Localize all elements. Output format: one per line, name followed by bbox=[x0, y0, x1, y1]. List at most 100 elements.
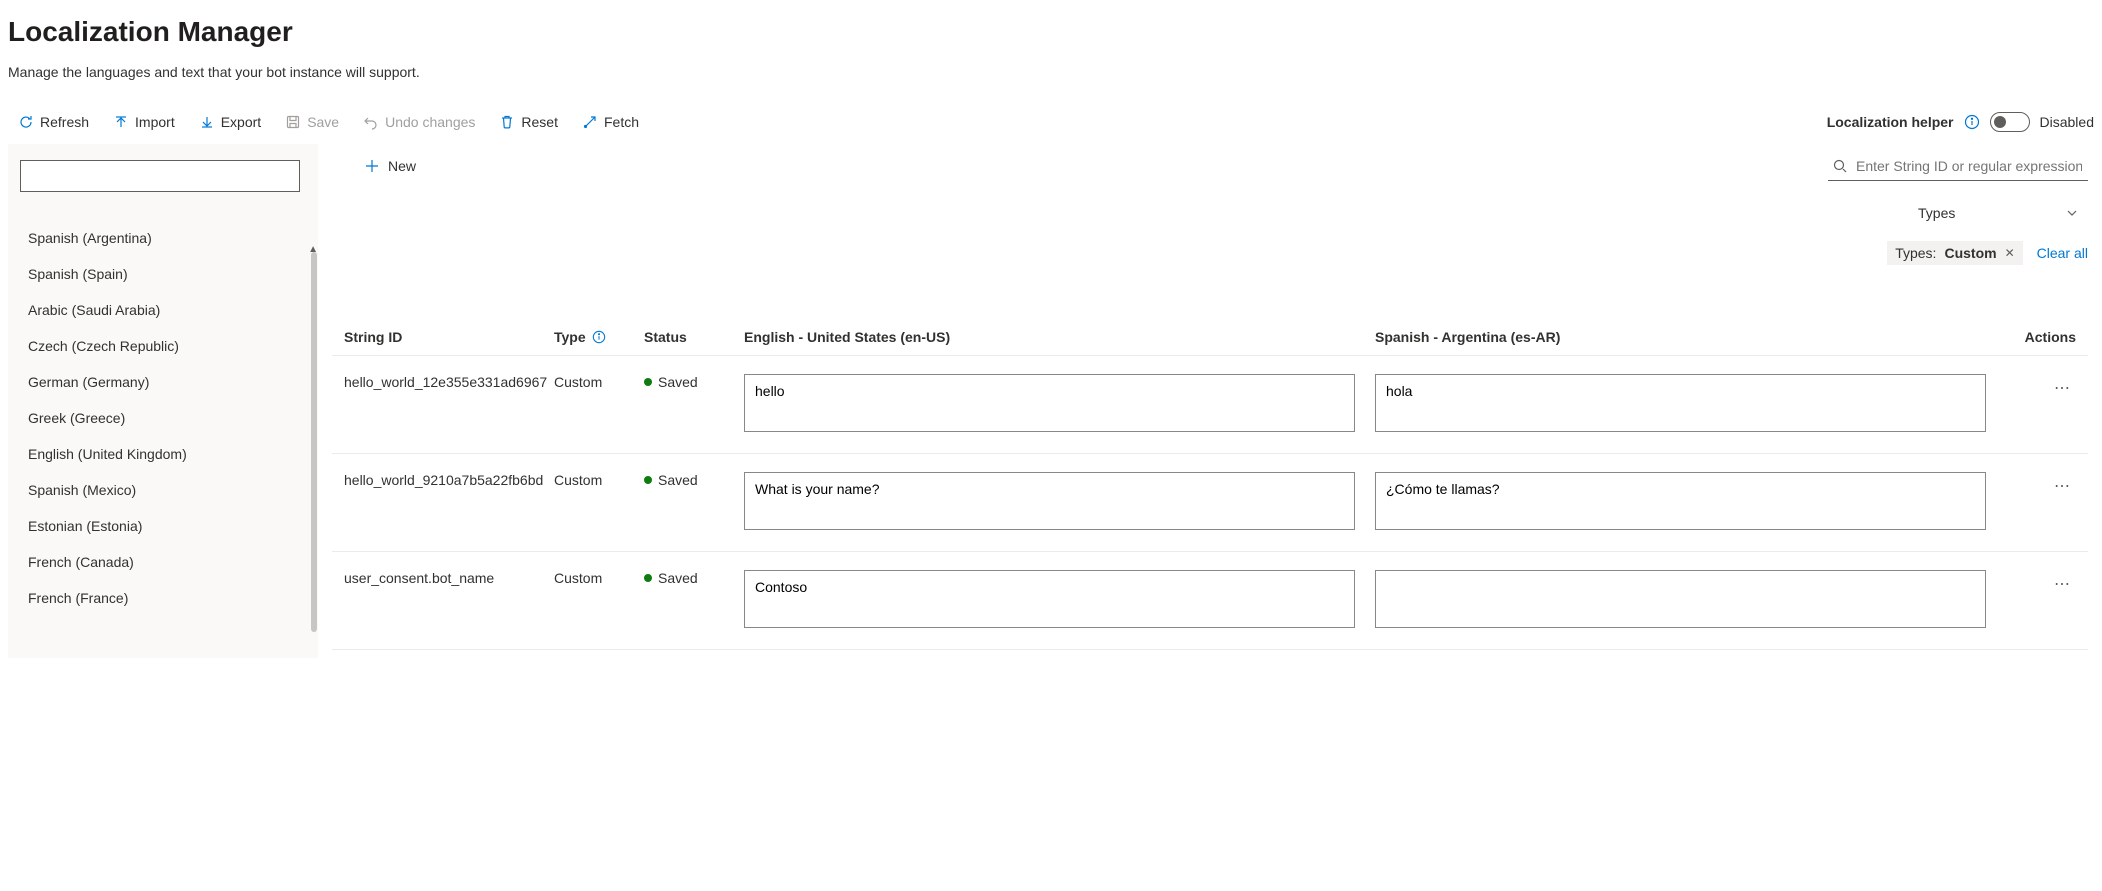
scrollbar[interactable] bbox=[310, 252, 318, 652]
table-body: hello_world_12e355e331ad6967 Custom Saved ⋯… bbox=[332, 356, 2088, 650]
chevron-down-icon bbox=[2066, 207, 2078, 219]
language-item[interactable]: English (United Kingdom) bbox=[20, 436, 306, 472]
content-area: ▲ Spanish (Argentina)Spanish (Spain)Arab… bbox=[8, 144, 2094, 658]
cell-actions: ⋯ bbox=[2006, 570, 2076, 598]
status-dot-icon bbox=[644, 378, 652, 386]
page-subtitle: Manage the languages and text that your … bbox=[8, 64, 2094, 80]
fetch-label: Fetch bbox=[604, 114, 639, 130]
cell-en bbox=[744, 570, 1375, 631]
language-item[interactable]: Estonian (Estonia) bbox=[20, 508, 306, 544]
chip-prefix: Types: bbox=[1895, 245, 1936, 261]
en-input[interactable] bbox=[744, 374, 1355, 432]
export-button[interactable]: Export bbox=[189, 108, 271, 136]
table-row: hello_world_9210a7b5a22fb6bdCustom Saved ⋯ bbox=[332, 454, 2088, 552]
export-label: Export bbox=[221, 114, 261, 130]
cell-type: Custom bbox=[554, 570, 644, 586]
table-row: user_consent.bot_nameCustom Saved ⋯ bbox=[332, 552, 2088, 650]
cell-type: Custom bbox=[554, 472, 644, 488]
command-bar-right: Localization helper Disabled bbox=[1827, 112, 2094, 132]
cell-es bbox=[1375, 374, 2006, 435]
toggle-knob bbox=[1994, 116, 2006, 128]
types-dropdown[interactable]: Types bbox=[1908, 199, 2088, 227]
cell-string-id: hello_world_12e355e331ad6967 bbox=[344, 374, 554, 390]
th-type: Type bbox=[554, 329, 644, 345]
fetch-icon bbox=[582, 114, 598, 130]
info-icon[interactable] bbox=[1964, 114, 1980, 130]
main-panel: New Types Types: Custom ✕ bbox=[326, 144, 2094, 658]
new-label: New bbox=[388, 158, 416, 174]
reset-label: Reset bbox=[521, 114, 558, 130]
en-input[interactable] bbox=[744, 570, 1355, 628]
language-item[interactable]: Greek (Greece) bbox=[20, 400, 306, 436]
refresh-label: Refresh bbox=[40, 114, 89, 130]
language-sidebar: ▲ Spanish (Argentina)Spanish (Spain)Arab… bbox=[8, 144, 318, 658]
es-input[interactable] bbox=[1375, 570, 1986, 628]
refresh-icon bbox=[18, 114, 34, 130]
cell-string-id: hello_world_9210a7b5a22fb6bd bbox=[344, 472, 554, 488]
chip-close-icon[interactable]: ✕ bbox=[2005, 246, 2015, 260]
table-header: String ID Type Status English - United S… bbox=[332, 319, 2088, 356]
filter-chips-row: Types: Custom ✕ Clear all bbox=[332, 241, 2088, 265]
undo-label: Undo changes bbox=[385, 114, 475, 130]
en-input[interactable] bbox=[744, 472, 1355, 530]
language-item[interactable]: Spanish (Mexico) bbox=[20, 472, 306, 508]
refresh-button[interactable]: Refresh bbox=[8, 108, 99, 136]
scrollbar-thumb[interactable] bbox=[311, 252, 317, 632]
clear-all-link[interactable]: Clear all bbox=[2037, 245, 2088, 261]
main-top-row: New bbox=[332, 152, 2088, 181]
save-label: Save bbox=[307, 114, 339, 130]
strings-table: String ID Type Status English - United S… bbox=[332, 319, 2088, 650]
filter-chip-types: Types: Custom ✕ bbox=[1887, 241, 2022, 265]
search-icon bbox=[1832, 158, 1848, 174]
status-text: Saved bbox=[658, 472, 698, 488]
search-wrap bbox=[1828, 152, 2088, 181]
cell-actions: ⋯ bbox=[2006, 472, 2076, 500]
language-item[interactable]: Spanish (Spain) bbox=[20, 256, 306, 292]
save-icon bbox=[285, 114, 301, 130]
info-icon[interactable] bbox=[592, 330, 606, 344]
status-text: Saved bbox=[658, 374, 698, 390]
status-dot-icon bbox=[644, 476, 652, 484]
row-more-button[interactable]: ⋯ bbox=[2050, 472, 2076, 500]
cell-en bbox=[744, 472, 1375, 533]
delete-icon bbox=[499, 114, 515, 130]
language-item[interactable]: Arabic (Saudi Arabia) bbox=[20, 292, 306, 328]
es-input[interactable] bbox=[1375, 472, 1986, 530]
save-button: Save bbox=[275, 108, 349, 136]
helper-state: Disabled bbox=[2040, 114, 2094, 130]
language-list: Spanish (Argentina)Spanish (Spain)Arabic… bbox=[20, 220, 306, 616]
types-label: Types bbox=[1918, 205, 1955, 221]
language-item[interactable]: French (France) bbox=[20, 580, 306, 616]
plus-icon bbox=[364, 158, 380, 174]
cell-status: Saved bbox=[644, 374, 744, 390]
new-button[interactable]: New bbox=[352, 152, 428, 180]
row-more-button[interactable]: ⋯ bbox=[2050, 374, 2076, 402]
cell-status: Saved bbox=[644, 472, 744, 488]
language-item[interactable]: German (Germany) bbox=[20, 364, 306, 400]
import-button[interactable]: Import bbox=[103, 108, 185, 136]
language-item[interactable]: French (Canada) bbox=[20, 544, 306, 580]
cell-status: Saved bbox=[644, 570, 744, 586]
reset-button[interactable]: Reset bbox=[489, 108, 568, 136]
import-label: Import bbox=[135, 114, 175, 130]
page-title: Localization Manager bbox=[8, 16, 2094, 48]
helper-toggle[interactable] bbox=[1990, 112, 2030, 132]
status-text: Saved bbox=[658, 570, 698, 586]
th-status: Status bbox=[644, 329, 744, 345]
cell-string-id: user_consent.bot_name bbox=[344, 570, 554, 586]
th-es: Spanish - Argentina (es-AR) bbox=[1375, 329, 2006, 345]
status-dot-icon bbox=[644, 574, 652, 582]
es-input[interactable] bbox=[1375, 374, 1986, 432]
th-string-id: String ID bbox=[344, 329, 554, 345]
search-input[interactable] bbox=[1828, 152, 2088, 181]
page-header: Localization Manager Manage the language… bbox=[8, 8, 2094, 96]
row-more-button[interactable]: ⋯ bbox=[2050, 570, 2076, 598]
language-search-input[interactable] bbox=[20, 160, 300, 192]
undo-button: Undo changes bbox=[353, 108, 485, 136]
cell-en bbox=[744, 374, 1375, 435]
language-item[interactable]: Spanish (Argentina) bbox=[20, 220, 306, 256]
import-icon bbox=[113, 114, 129, 130]
language-item[interactable]: Czech (Czech Republic) bbox=[20, 328, 306, 364]
fetch-button[interactable]: Fetch bbox=[572, 108, 649, 136]
filter-row: Types bbox=[332, 199, 2088, 227]
